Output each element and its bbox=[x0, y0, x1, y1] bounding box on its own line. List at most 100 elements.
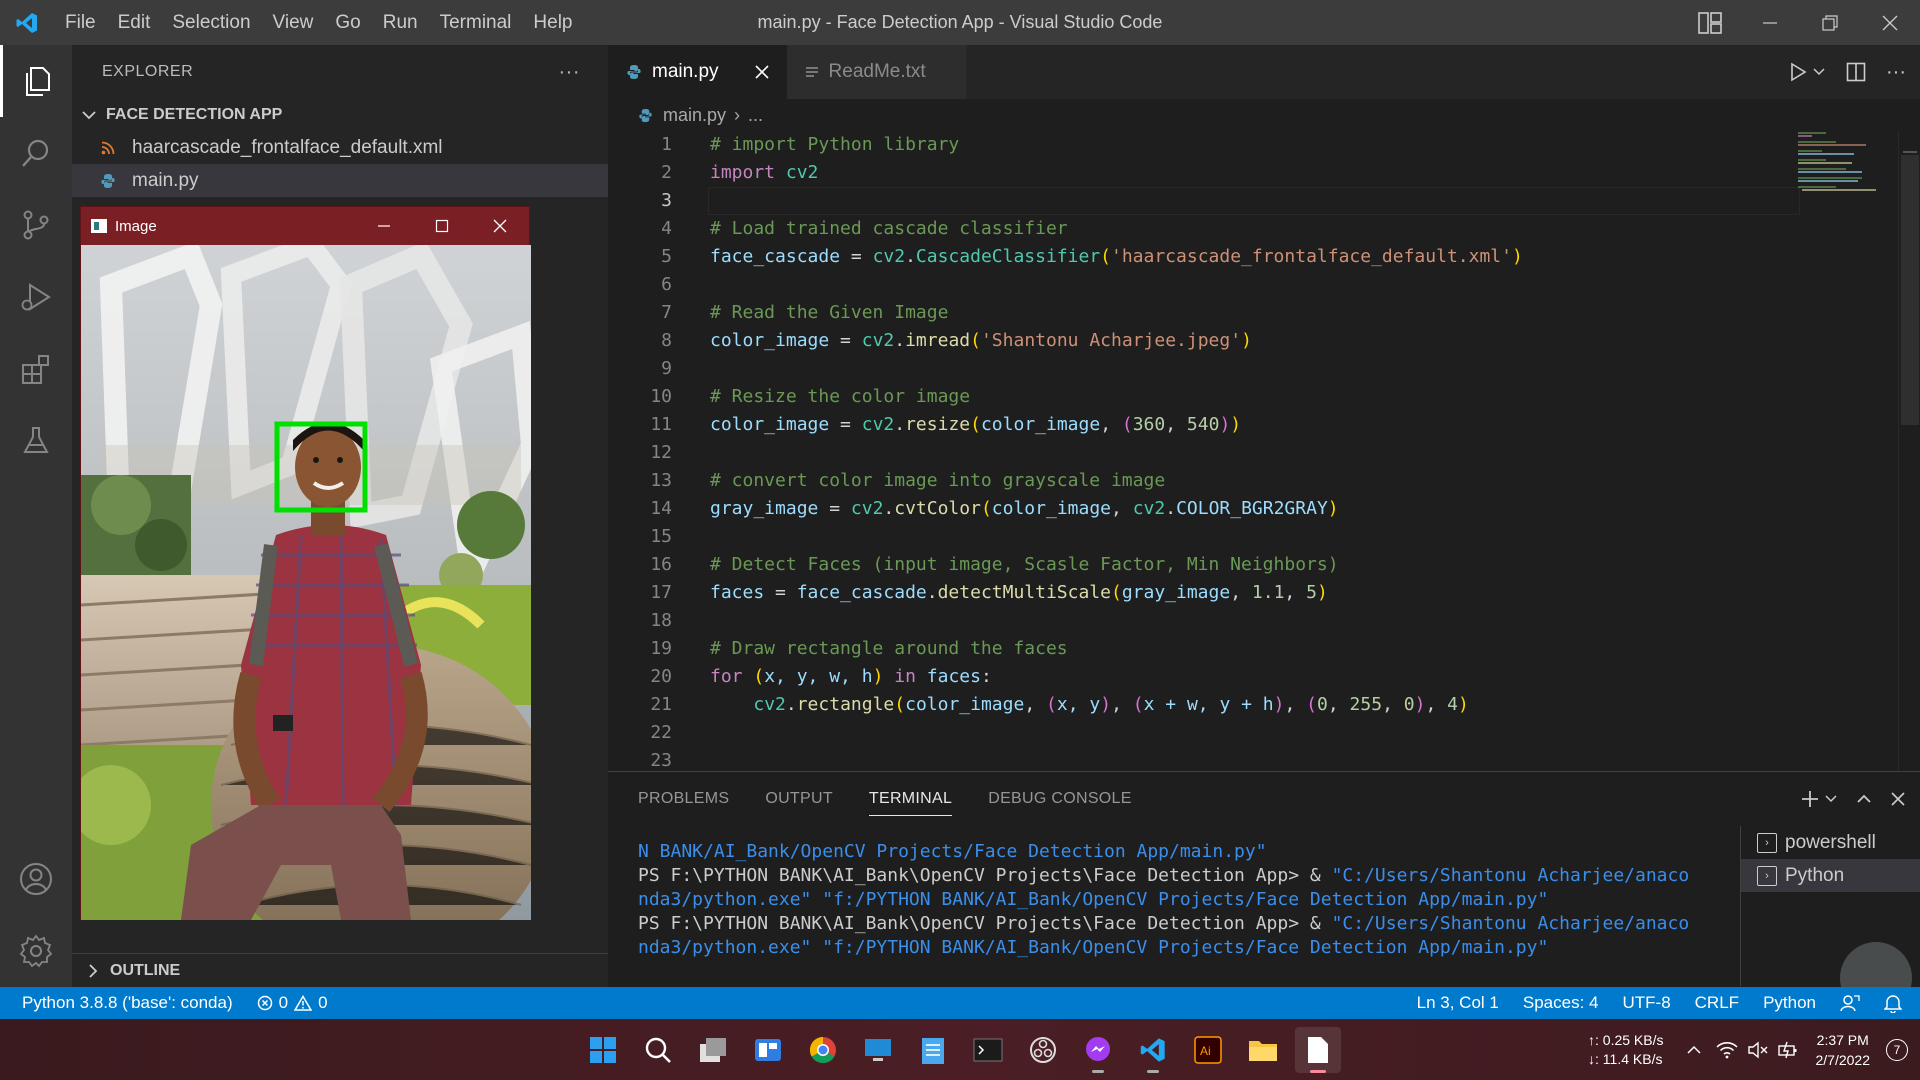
python-interpreter[interactable]: Python 3.8.8 ('base': conda) bbox=[22, 993, 233, 1013]
illustrator-icon[interactable]: Ai bbox=[1185, 1027, 1231, 1073]
menu-run[interactable]: Run bbox=[372, 0, 429, 45]
cursor-position[interactable]: Ln 3, Col 1 bbox=[1417, 993, 1499, 1013]
close-tab-icon[interactable] bbox=[754, 65, 769, 79]
run-file-icon[interactable] bbox=[1788, 62, 1826, 82]
scrollbar-thumb[interactable] bbox=[1901, 155, 1919, 425]
remote-desktop-icon[interactable] bbox=[855, 1027, 901, 1073]
search-icon[interactable] bbox=[635, 1027, 681, 1073]
code-line-19[interactable]: # Draw rectangle around the faces bbox=[710, 635, 1068, 663]
menu-view[interactable]: View bbox=[262, 0, 325, 45]
widgets-icon[interactable] bbox=[745, 1027, 791, 1073]
more-actions-icon[interactable]: ··· bbox=[1886, 61, 1906, 84]
vertical-scrollbar[interactable] bbox=[1898, 131, 1920, 771]
minimap[interactable] bbox=[1796, 131, 1896, 771]
account-icon[interactable] bbox=[0, 843, 72, 915]
line-ending[interactable]: CRLF bbox=[1695, 993, 1739, 1013]
task-view-icon[interactable] bbox=[690, 1027, 736, 1073]
outline-section[interactable]: OUTLINE bbox=[72, 953, 608, 987]
tab-label: ReadMe.txt bbox=[828, 61, 926, 82]
tab-main-py[interactable]: main.py bbox=[608, 45, 787, 99]
new-terminal-icon[interactable] bbox=[1800, 789, 1838, 809]
file-haarcascade[interactable]: haarcascade_frontalface_default.xml bbox=[72, 131, 608, 164]
terminal-powershell[interactable]: › powershell bbox=[1741, 826, 1920, 859]
explorer-title: EXPLORER bbox=[102, 63, 194, 80]
code-line-13[interactable]: # convert color image into grayscale ima… bbox=[710, 467, 1165, 495]
wifi-icon[interactable] bbox=[1715, 1041, 1738, 1059]
chrome-icon[interactable] bbox=[800, 1027, 846, 1073]
notification-badge[interactable]: 7 bbox=[1886, 1038, 1908, 1061]
menu-edit[interactable]: Edit bbox=[107, 0, 162, 45]
run-debug-icon[interactable] bbox=[0, 261, 72, 333]
code-line-16[interactable]: # Detect Faces (input image, Scasle Fact… bbox=[710, 551, 1339, 579]
file-explorer-icon[interactable] bbox=[1240, 1027, 1286, 1073]
indentation[interactable]: Spaces: 4 bbox=[1523, 993, 1599, 1013]
document-icon[interactable] bbox=[1295, 1027, 1341, 1073]
search-icon[interactable] bbox=[0, 117, 72, 189]
notifications-bell-icon[interactable] bbox=[1884, 993, 1902, 1013]
code-line-4[interactable]: # Load trained cascade classifier bbox=[710, 215, 1068, 243]
split-editor-icon[interactable] bbox=[1846, 62, 1866, 82]
tab-debug-console[interactable]: DEBUG CONSOLE bbox=[988, 772, 1132, 826]
menu-terminal[interactable]: Terminal bbox=[429, 0, 523, 45]
breadcrumb-file[interactable]: main.py bbox=[663, 105, 726, 126]
encoding[interactable]: UTF-8 bbox=[1622, 993, 1670, 1013]
terminal-python[interactable]: › Python bbox=[1741, 859, 1920, 892]
minimize-icon[interactable] bbox=[1740, 0, 1800, 45]
source-control-icon[interactable] bbox=[0, 189, 72, 261]
code-line-11[interactable]: color_image = cv2.resize(color_image, (3… bbox=[710, 411, 1241, 439]
terminal-output[interactable]: N BANK/AI_Bank/OpenCV Projects/Face Dete… bbox=[638, 840, 1718, 960]
close-icon[interactable] bbox=[471, 207, 529, 245]
testing-icon[interactable] bbox=[0, 405, 72, 477]
code-line-2[interactable]: import cv2 bbox=[710, 159, 818, 187]
tab-readme[interactable]: ReadMe.txt bbox=[786, 45, 966, 99]
menu-go[interactable]: Go bbox=[324, 0, 371, 45]
menu-help[interactable]: Help bbox=[522, 0, 583, 45]
messenger-icon[interactable] bbox=[1075, 1027, 1121, 1073]
file-main-py[interactable]: main.py bbox=[72, 164, 608, 197]
tab-problems[interactable]: PROBLEMS bbox=[638, 772, 729, 826]
terminal-app-icon[interactable] bbox=[965, 1027, 1011, 1073]
tab-output[interactable]: OUTPUT bbox=[765, 772, 833, 826]
show-hidden-icons-chevron-up-icon[interactable] bbox=[1686, 1042, 1702, 1058]
tab-terminal[interactable]: TERMINAL bbox=[868, 782, 953, 816]
clock[interactable]: 2:37 PM 2/7/2022 bbox=[1816, 1030, 1871, 1070]
code-line-21[interactable]: cv2.rectangle(color_image, (x, y), (x + … bbox=[710, 691, 1468, 719]
code-line-8[interactable]: color_image = cv2.imread('Shantonu Achar… bbox=[710, 327, 1252, 355]
menu-file[interactable]: File bbox=[54, 0, 107, 45]
image-window-titlebar[interactable]: Image bbox=[81, 207, 529, 245]
battery-icon[interactable] bbox=[1777, 1041, 1798, 1059]
code-line-14[interactable]: gray_image = cv2.cvtColor(color_image, c… bbox=[710, 495, 1339, 523]
code-line-10[interactable]: # Resize the color image bbox=[710, 383, 970, 411]
vscode-taskbar-icon[interactable] bbox=[1130, 1027, 1176, 1073]
code-line-7[interactable]: # Read the Given Image bbox=[710, 299, 948, 327]
maximize-icon[interactable] bbox=[413, 207, 471, 245]
code-editor[interactable]: 1 2 3 4 5 6 7 8 9 10 11 12 13 14 15 16 17 18 19 20 21 22 23 # … bbox=[608, 131, 1920, 771]
language-mode[interactable]: Python bbox=[1763, 993, 1816, 1013]
code-line-1[interactable]: # import Python library bbox=[710, 131, 959, 159]
explorer-icon[interactable] bbox=[0, 45, 72, 117]
volume-muted-icon[interactable] bbox=[1747, 1041, 1768, 1059]
menu-selection[interactable]: Selection bbox=[161, 0, 261, 45]
breadcrumb-symbols[interactable]: ... bbox=[748, 105, 763, 126]
obs-icon[interactable] bbox=[1020, 1027, 1066, 1073]
maximize-panel-icon[interactable] bbox=[1856, 791, 1872, 807]
code-line-17[interactable]: faces = face_cascade.detectMultiScale(gr… bbox=[710, 579, 1328, 607]
line-number: 18 bbox=[650, 610, 672, 631]
close-icon[interactable] bbox=[1860, 0, 1920, 45]
layout-icon[interactable] bbox=[1680, 0, 1740, 45]
problems-status[interactable]: 0 0 bbox=[257, 993, 328, 1013]
settings-gear-icon[interactable] bbox=[0, 915, 72, 987]
windows-start-icon[interactable] bbox=[580, 1027, 626, 1073]
extensions-icon[interactable] bbox=[0, 333, 72, 405]
restore-icon[interactable] bbox=[1800, 0, 1860, 45]
code-line-5[interactable]: face_cascade = cv2.CascadeClassifier('ha… bbox=[710, 243, 1523, 271]
code-line-20[interactable]: for (x, y, w, h) in faces: bbox=[710, 663, 992, 691]
notepad-icon[interactable] bbox=[910, 1027, 956, 1073]
current-line-highlight bbox=[708, 187, 1800, 215]
project-folder[interactable]: FACE DETECTION APP bbox=[72, 99, 608, 131]
image-output-window[interactable]: Image bbox=[80, 206, 531, 920]
minimize-icon[interactable] bbox=[355, 207, 413, 245]
feedback-icon[interactable] bbox=[1840, 993, 1860, 1013]
more-actions-icon[interactable]: ··· bbox=[559, 61, 580, 84]
close-panel-icon[interactable] bbox=[1890, 791, 1906, 807]
